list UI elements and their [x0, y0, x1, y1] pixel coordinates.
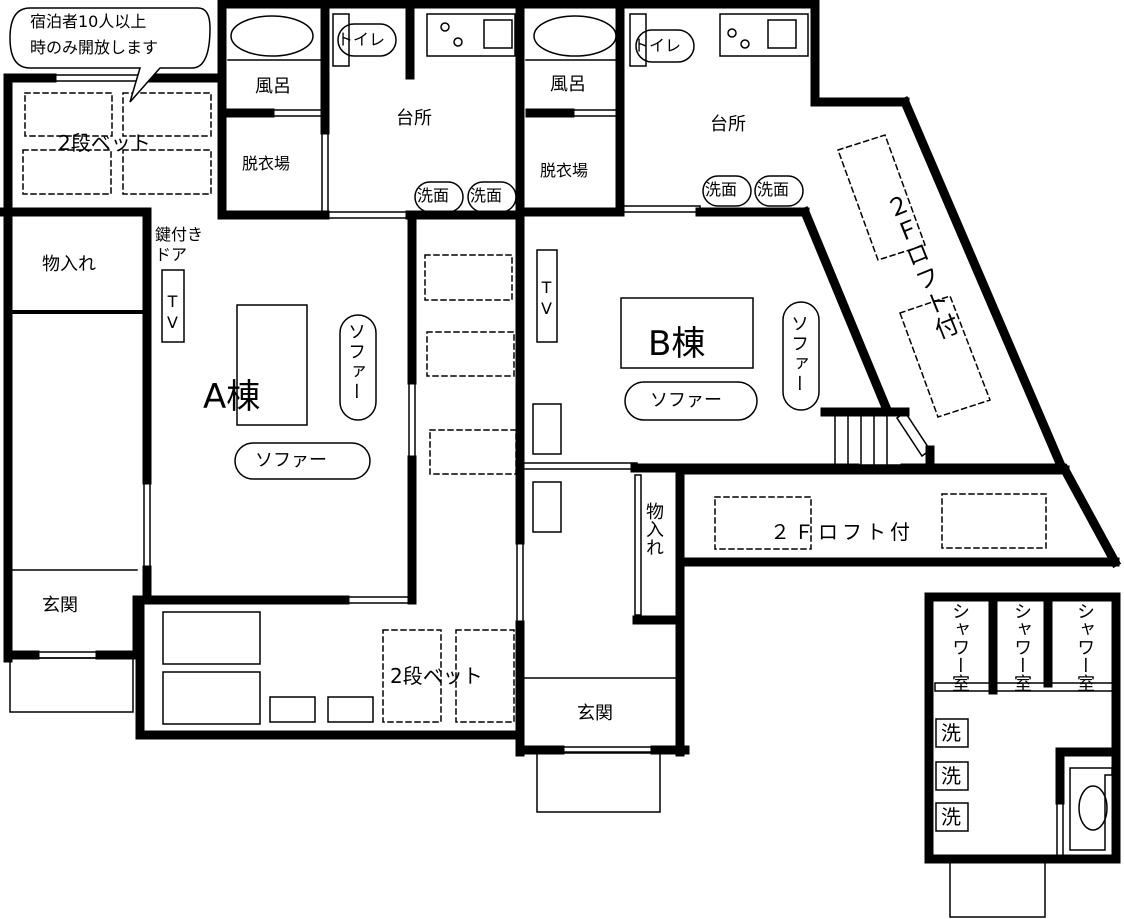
b-kitchen-label: 台所: [710, 114, 746, 135]
a-bunk-upper-label: 2段ベット: [58, 131, 151, 155]
b-sofa-vertical-label: ソファー: [788, 314, 809, 394]
a-bunk-lower-label: 2段ベット: [390, 664, 483, 688]
b-building-name: B棟: [648, 324, 706, 364]
shower-toilet: [1069, 767, 1113, 851]
b-dressing-label: 脱衣場: [540, 161, 589, 180]
notice-line2: 時のみ開放します: [30, 38, 159, 57]
porch-shower: [949, 861, 1046, 918]
b-tv-label: TV: [537, 278, 556, 320]
a-toilet-label: トイレ: [337, 30, 386, 49]
bathtub-a: [230, 15, 314, 57]
shower-room-3-label: シャワー室: [1074, 602, 1095, 692]
a-kitchen-label: 台所: [396, 108, 432, 129]
a-storage-label: 物入れ: [42, 254, 96, 275]
a-entrance-label: 玄関: [42, 595, 78, 616]
a-sink1-label: 洗面: [417, 186, 450, 205]
wash-3-label: 洗: [941, 805, 961, 829]
shower-room-2-label: シャワー室: [1011, 602, 1032, 692]
a-building-name: A棟: [203, 377, 261, 417]
locked-door-label-1: 鍵付き: [155, 225, 204, 244]
locked-door-label-2: ドア: [155, 245, 188, 264]
b-sink1-label: 洗面: [705, 180, 738, 199]
b-bath-label: 風呂: [550, 74, 586, 95]
a-tv-label: TV: [163, 292, 182, 334]
notice-line1: 宿泊者10人以上: [30, 12, 147, 31]
a-bath-label: 風呂: [255, 76, 291, 97]
b-storage-label: 物入れ: [643, 502, 664, 556]
b-entrance-label: 玄関: [577, 703, 613, 724]
b-toilet-label: トイレ: [633, 36, 682, 55]
porch-a: [9, 657, 134, 713]
a-dressing-label: 脱衣場: [242, 154, 291, 173]
b-sofa-horizontal-label: ソファー: [650, 390, 722, 411]
bathtub-b: [533, 15, 617, 57]
b-sink2-label: 洗面: [757, 180, 790, 199]
a-sink2-label: 洗面: [470, 186, 503, 205]
fixtures: [161, 13, 969, 832]
b-loft-lower-label: ２Ｆロフト付: [770, 520, 914, 544]
porch-b: [536, 751, 661, 813]
floor-plan: 宿泊者10人以上 時のみ開放します 2段ベット 物入れ 玄関 鍵付き ドア TV…: [0, 0, 1124, 919]
shower-room-1-label: シャワー室: [949, 602, 970, 692]
toilet-bowl: [1078, 785, 1108, 831]
a-sofa-horizontal-label: ソファー: [255, 450, 327, 471]
wash-2-label: 洗: [941, 764, 961, 788]
wash-1-label: 洗: [941, 721, 961, 745]
a-sofa-vertical-label: ソファー: [345, 322, 366, 402]
